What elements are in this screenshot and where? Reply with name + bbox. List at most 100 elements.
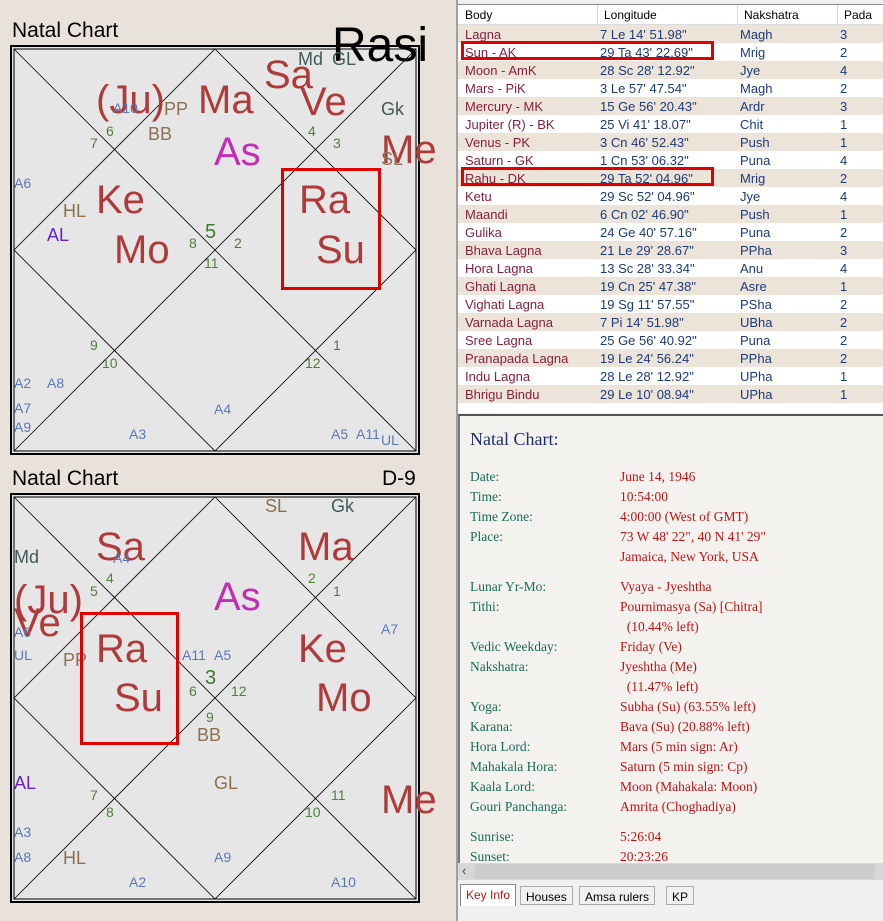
planet-label: Ma [198, 78, 254, 122]
key-info-panel: Natal Chart: Date: June 14, 1946 Time: 10:5… [458, 414, 883, 880]
column-header-nakshatra[interactable]: Nakshatra [744, 8, 799, 22]
house-number: 4 [106, 570, 114, 586]
arudha-label: A8 [14, 849, 32, 865]
planet-label: Mo [114, 228, 170, 272]
horizontal-scrollbar[interactable]: ‹ [458, 863, 883, 880]
cell-longitude: 13 Sc 28' 33.34" [600, 261, 695, 276]
tab-key-info[interactable]: Key Info [460, 884, 517, 906]
arudha-lagna-label: AL [14, 773, 37, 793]
table-row[interactable]: Mars - PiK 3 Le 57' 47.54" Magh 2 [458, 79, 883, 97]
info-value: Jyeshtha (Me) [620, 659, 697, 674]
upagraha-label: Gk [381, 99, 405, 119]
info-value: Pournimasya (Sa) [Chitra] [620, 599, 763, 614]
cell-pada: 2 [840, 225, 848, 240]
arudha-label: A3 [14, 824, 32, 840]
table-row[interactable]: Sree Lagna 25 Ge 56' 40.92" Puna 2 [458, 331, 883, 349]
rasi-chart-title: Natal Chart [12, 19, 119, 42]
cell-body: Sree Lagna [465, 333, 533, 348]
cell-longitude: 7 Pi 14' 51.98" [600, 315, 684, 330]
table-row[interactable]: Varnada Lagna 7 Pi 14' 51.98" UBha 2 [458, 313, 883, 331]
cell-pada: 1 [840, 117, 848, 132]
house-number: 12 [305, 355, 321, 371]
info-label: Kaala Lord: [470, 779, 535, 794]
cell-nakshatra: Push [740, 135, 770, 150]
planet-table[interactable]: Body Longitude Nakshatra Pada Lagna 7 Le … [458, 4, 883, 413]
info-label: Mahakala Hora: [470, 759, 558, 774]
table-row[interactable]: Gulika 24 Ge 40' 57.16" Puna 2 [458, 223, 883, 241]
table-row[interactable]: Vighati Lagna 19 Sg 11' 57.55" PSha 2 [458, 295, 883, 313]
table-header: Body Longitude Nakshatra Pada [458, 5, 883, 25]
info-value: (11.47% left) [620, 679, 699, 694]
cell-nakshatra: Puna [740, 225, 771, 240]
planet-label: Ke [96, 178, 145, 222]
arudha-label: A4 [214, 401, 232, 417]
cell-pada: 1 [840, 369, 848, 384]
house-number: 1 [333, 337, 341, 353]
table-row[interactable]: Maandi 6 Cn 02' 46.90" Push 1 [458, 205, 883, 223]
highlight-box [281, 168, 381, 290]
cell-body: Moon - AmK [465, 63, 537, 78]
table-row[interactable]: Pranapada Lagna 19 Le 24' 56.24" PPha 2 [458, 349, 883, 367]
cell-nakshatra: Ardr [740, 99, 765, 114]
house-number: 1 [333, 583, 341, 599]
house-number: 11 [331, 787, 346, 803]
table-row[interactable]: Ghati Lagna 19 Cn 25' 47.38" Asre 1 [458, 277, 883, 295]
table-row[interactable]: Mercury - MK 15 Ge 56' 20.43" Ardr 3 [458, 97, 883, 115]
cell-pada: 4 [840, 63, 848, 78]
scroll-left-icon[interactable]: ‹ [462, 863, 466, 878]
house-number: 11 [204, 255, 219, 271]
scrollbar-thumb[interactable] [475, 864, 875, 879]
special-lagna-label: HL [63, 848, 87, 868]
arudha-label: A3 [129, 426, 147, 442]
cell-body: Mercury - MK [465, 99, 543, 114]
cell-longitude: 29 Le 10' 08.94" [600, 387, 694, 402]
cell-pada: 1 [840, 207, 848, 222]
tab-houses[interactable]: Houses [520, 886, 573, 905]
cell-longitude: 21 Le 29' 28.67" [600, 243, 694, 258]
cell-longitude: 7 Le 14' 51.98" [600, 27, 687, 42]
house-number: 8 [189, 235, 197, 251]
table-row[interactable]: Indu Lagna 28 Le 28' 12.92" UPha 1 [458, 367, 883, 385]
cell-pada: 2 [840, 45, 848, 60]
table-row[interactable]: Jupiter (R) - BK 25 Vi 41' 18.07" Chit 1 [458, 115, 883, 133]
cell-nakshatra: PSha [740, 297, 772, 312]
cell-body: Bhrigu Bindu [465, 387, 540, 402]
navamsa-varga-label: D-9 [382, 467, 416, 490]
planet-label: Ve [300, 80, 347, 124]
column-header-pada[interactable]: Pada [844, 8, 872, 22]
house-number: 10 [102, 355, 118, 371]
info-label: Nakshatra: [470, 659, 529, 674]
cell-pada: 2 [840, 315, 848, 330]
cell-longitude: 25 Ge 56' 40.92" [600, 333, 697, 348]
table-row[interactable]: Moon - AmK 28 Sc 28' 12.92" Jye 4 [458, 61, 883, 79]
cell-body: Hora Lagna [465, 261, 533, 276]
arudha-label: A5 [214, 647, 232, 663]
column-header-body[interactable]: Body [465, 8, 492, 22]
cell-longitude: 28 Le 28' 12.92" [600, 369, 694, 384]
house-number: 2 [308, 570, 316, 586]
table-row[interactable]: Bhava Lagna 21 Le 29' 28.67" PPha 3 [458, 241, 883, 259]
cell-pada: 2 [840, 297, 848, 312]
info-value: Mars (5 min sign: Ar) [620, 739, 738, 754]
tab-amsa-rulers[interactable]: Amsa rulers [579, 886, 656, 905]
info-label: Date: [470, 469, 500, 484]
cell-body: Ketu [465, 189, 492, 204]
cell-body: Gulika [465, 225, 502, 240]
cell-pada: 1 [840, 135, 848, 150]
table-row[interactable]: Venus - PK 3 Cn 46' 52.43" Push 1 [458, 133, 883, 151]
table-row[interactable]: Ketu 29 Sc 52' 04.96" Jye 4 [458, 187, 883, 205]
table-row[interactable]: Hora Lagna 13 Sc 28' 33.34" Anu 4 [458, 259, 883, 277]
arudha-label: A10 [331, 874, 356, 890]
arudha-label: A2 [129, 874, 147, 890]
info-value: Amrita (Choghadiya) [620, 799, 736, 814]
cell-nakshatra: Puna [740, 153, 771, 168]
info-value: 10:54:00 [620, 489, 669, 504]
cell-longitude: 28 Sc 28' 12.92" [600, 63, 695, 78]
cell-pada: 2 [840, 333, 848, 348]
cell-nakshatra: UPha [740, 387, 773, 402]
arudha-label: A11 [182, 647, 206, 663]
tab-kp[interactable]: KP [666, 886, 695, 905]
column-header-longitude[interactable]: Longitude [604, 8, 657, 22]
table-row[interactable]: Bhrigu Bindu 29 Le 10' 08.94" UPha 1 [458, 385, 883, 403]
highlight-box-sun [461, 41, 714, 60]
